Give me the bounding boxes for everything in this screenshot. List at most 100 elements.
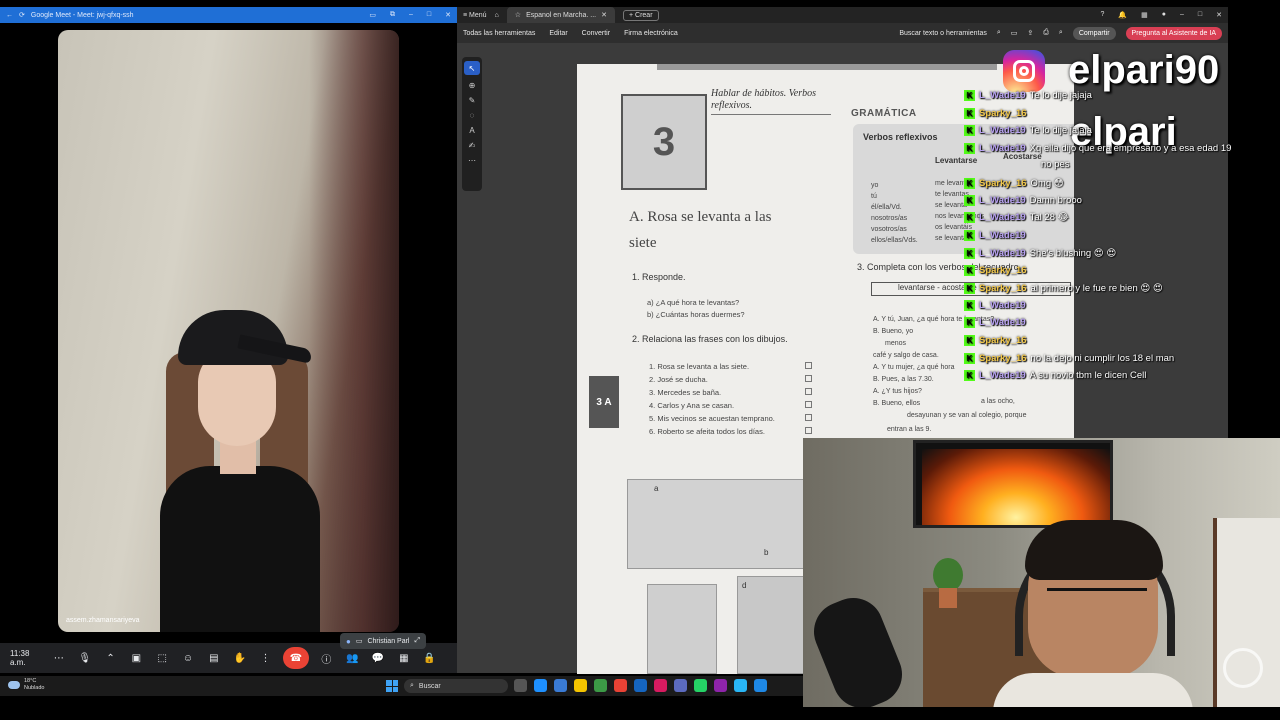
menu-convert[interactable]: Convertir (582, 30, 610, 37)
kick-badge-icon: K (964, 212, 975, 223)
more-dots-icon[interactable]: ⋯ (50, 647, 67, 669)
share-button[interactable]: Compartir (1072, 26, 1116, 40)
whatsapp-icon[interactable] (694, 679, 707, 692)
app-icon[interactable] (754, 679, 767, 692)
maximize-icon[interactable]: □ (427, 11, 431, 19)
ai-assistant-button[interactable]: Pregunta al Asistente de IA (1125, 26, 1222, 40)
menu-esign[interactable]: Firma electrónica (624, 30, 678, 37)
chat-icon[interactable]: 💬 (370, 647, 387, 669)
illustration-d: d (737, 576, 807, 674)
explorer-icon[interactable] (574, 679, 587, 692)
help-icon[interactable]: ? (1101, 11, 1105, 19)
profile-icon[interactable]: ● (1162, 11, 1166, 19)
pronoun: nosotros/as (871, 215, 908, 222)
kick-badge-icon: K (964, 265, 975, 276)
app-icon[interactable] (714, 679, 727, 692)
pdf-side-toolbar: ↖ ⊕ ✎ ◌ A ✍ ⋯ (462, 57, 482, 191)
camera-icon[interactable]: ▣ (128, 647, 145, 669)
word-icon[interactable] (634, 679, 647, 692)
chat-user: L_Wade19 (979, 300, 1026, 311)
minimize-icon[interactable]: – (1180, 11, 1184, 19)
windows-start-icon[interactable] (386, 680, 398, 692)
close-icon[interactable]: ✕ (1216, 11, 1222, 19)
info-icon[interactable]: ⓘ (318, 647, 335, 669)
bell-icon[interactable]: 🔔 (1118, 11, 1127, 19)
save-icon[interactable]: ▭ (1011, 29, 1018, 37)
edge-icon[interactable] (534, 679, 547, 692)
sentence: 3. Mercedes se baña. (649, 388, 722, 397)
maximize-icon[interactable]: □ (1198, 11, 1202, 19)
lasso-tool-icon[interactable]: ◌ (470, 111, 475, 120)
chat-text: She's blushing 😍 😍 (1029, 248, 1117, 259)
telegram-icon[interactable] (734, 679, 747, 692)
more-tools-icon[interactable]: ⋯ (468, 156, 476, 165)
apps-grid-icon[interactable]: ▦ (1141, 11, 1148, 19)
lock-icon[interactable]: 🔒 (421, 647, 438, 669)
apps-icon[interactable]: ▦ (395, 647, 412, 669)
mic-icon[interactable]: 🎙 (76, 647, 93, 669)
excel-icon[interactable] (594, 679, 607, 692)
chat-user: Sparky_16 (979, 335, 1027, 346)
raise-hand-icon[interactable]: ✋ (231, 647, 248, 669)
chat-text: A su novio tbm le dicen Cell (1029, 370, 1147, 381)
chat-message: K L_Wade19 (964, 230, 1030, 241)
share-screen-icon[interactable]: ▭ (369, 11, 376, 19)
search-tools[interactable]: Buscar texto o herramientas (899, 30, 987, 37)
instagram-icon (1003, 50, 1045, 92)
task-view-icon[interactable] (514, 679, 527, 692)
chat-user: L_Wade19 (979, 370, 1026, 381)
chat-message: K Sparky_16 (964, 335, 1031, 346)
menu-button[interactable]: ≡ Menú (463, 12, 487, 19)
print-icon[interactable]: ⎙ (1043, 29, 1049, 37)
search-icon[interactable]: ⌕ (997, 29, 1001, 37)
end-call-button[interactable]: ☎ (282, 647, 309, 669)
menu-all-tools[interactable]: Todas las herramientas (463, 30, 535, 37)
taskbar: 18°C Nublado ⌕ Buscar (0, 676, 803, 696)
find-icon[interactable]: ⌕ (1059, 29, 1063, 37)
captions-icon[interactable]: ▤ (205, 647, 222, 669)
menu-edit[interactable]: Editar (549, 30, 567, 37)
close-icon[interactable]: ✕ (445, 11, 451, 19)
upload-icon[interactable]: ⇪ (1027, 29, 1033, 37)
chrome-icon[interactable] (614, 679, 627, 692)
participant-video-tile[interactable]: assem.zhamansariyeva (58, 30, 399, 632)
app-icon[interactable] (674, 679, 687, 692)
minimize-icon[interactable]: – (409, 11, 413, 19)
select-tool-icon[interactable]: ↖ (464, 61, 480, 75)
question-b: b) ¿Cuántas horas duermes? (647, 310, 745, 319)
extension-icon[interactable]: ⧉ (390, 11, 395, 19)
back-icon[interactable]: ← (6, 12, 13, 19)
reload-icon[interactable]: ⟳ (19, 11, 25, 19)
plant (933, 558, 963, 592)
search-icon: ⌕ (410, 682, 414, 689)
tiktok-icon[interactable] (654, 679, 667, 692)
pronoun: tú (871, 193, 877, 200)
home-icon[interactable]: ⌂ (495, 12, 499, 19)
chat-message-cont: no pes (1041, 159, 1070, 170)
dialog-line: menos (885, 340, 907, 347)
more-options-icon[interactable]: ⋮ (257, 647, 274, 669)
chat-user: Sparky_16 (979, 353, 1027, 364)
bottom-black-bar (0, 696, 803, 720)
text-tool-icon[interactable]: A (469, 126, 474, 135)
store-icon[interactable] (554, 679, 567, 692)
sentence: 5. Mis vecinos se acuestan temprano. (649, 414, 775, 423)
checkbox (805, 362, 812, 369)
chevron-up-icon[interactable]: ⌃ (102, 647, 119, 669)
chat-text: al primero y le fue re bien 😍 😍 (1030, 283, 1163, 294)
emoji-icon[interactable]: ☺ (180, 647, 197, 669)
pdf-tab[interactable]: ☆ Espanol en Marcha. ... ✕ (506, 7, 615, 23)
new-tab-button[interactable]: + Crear (622, 9, 659, 21)
people-icon[interactable]: 👥 (344, 647, 361, 669)
close-tab-icon[interactable]: ✕ (601, 11, 607, 19)
pen-tool-icon[interactable]: ✎ (469, 96, 476, 105)
weather-widget[interactable]: 18°C Nublado (8, 678, 45, 692)
dialog-line: B. Pues, a las 7.30. (873, 376, 934, 383)
chat-message: K L_Wade19 (964, 300, 1030, 311)
kick-badge-icon: K (964, 195, 975, 206)
present-icon[interactable]: ⬚ (154, 647, 171, 669)
stamp-tool-icon[interactable]: ✍ (469, 141, 476, 150)
pdf-menu-bar: Todas las herramientas Editar Convertir … (457, 23, 1228, 43)
zoom-tool-icon[interactable]: ⊕ (469, 81, 476, 90)
taskbar-search[interactable]: ⌕ Buscar (404, 679, 508, 693)
